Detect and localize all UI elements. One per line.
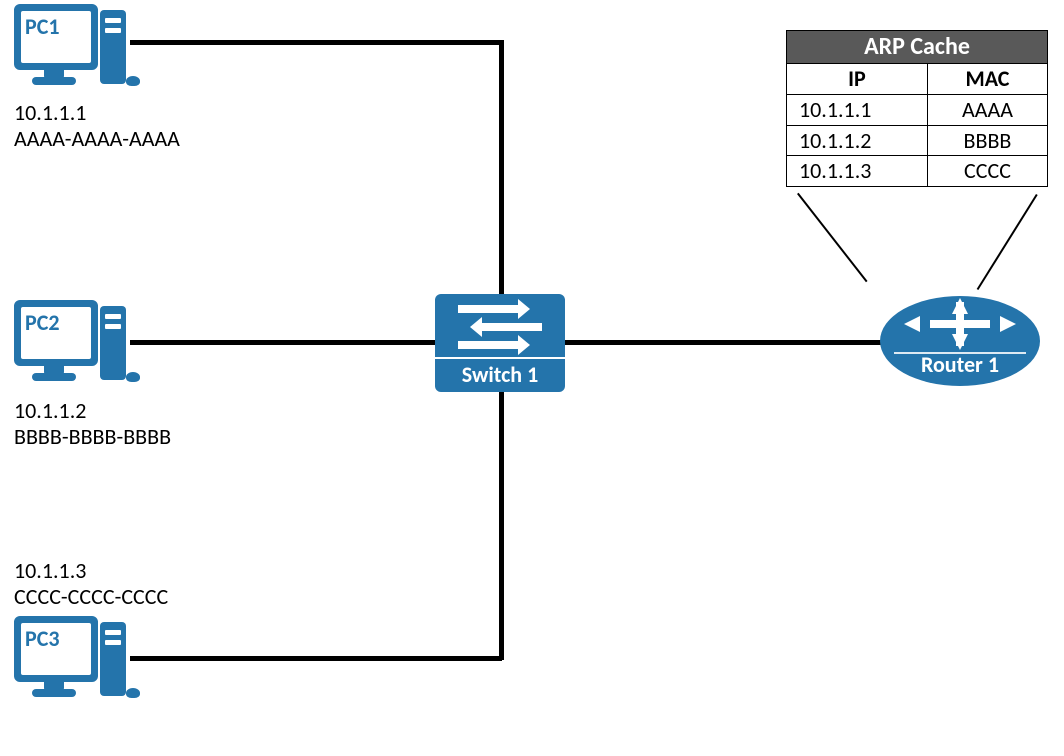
switch1-icon: Switch 1 (435, 294, 565, 392)
pc1-ip-label: 10.1.1.1 (14, 100, 86, 126)
arp-mac: AAAA (927, 95, 1047, 126)
arp-col-mac: MAC (927, 64, 1047, 95)
pc3-ip-label: 10.1.1.3 (14, 558, 86, 584)
arp-row: 10.1.1.2 BBBB (787, 125, 1048, 156)
router-arrows-icon (880, 296, 1040, 352)
switch1-label: Switch 1 (435, 357, 565, 392)
pc1-mac-label: AAAA-AAAA-AAAA (14, 126, 180, 152)
arp-ip: 10.1.1.1 (787, 95, 928, 126)
arp-cache-table: ARP Cache IP MAC 10.1.1.1 AAAA 10.1.1.2 … (786, 30, 1048, 187)
diagram-canvas: PC1 10.1.1.1 AAAA-AAAA-AAAA PC2 10.1.1.2… (0, 0, 1064, 756)
pc1-icon: PC1 (14, 4, 134, 114)
pc2-ip-label: 10.1.1.2 (14, 398, 86, 424)
router1-label: Router 1 (880, 351, 1040, 378)
wire-pc3 (130, 656, 502, 661)
arp-mac: BBBB (927, 125, 1047, 156)
pc3-name: PC3 (21, 623, 91, 675)
pc2-mac-label: BBBB-BBBB-BBBB (14, 424, 171, 450)
router1-icon: Router 1 (880, 296, 1040, 406)
arp-mac: CCCC (927, 156, 1047, 187)
pc3-mac-label: CCCC-CCCC-CCCC (14, 584, 168, 610)
pc2-name: PC2 (21, 307, 91, 359)
arp-row: 10.1.1.1 AAAA (787, 95, 1048, 126)
switch-arrows-icon (435, 294, 565, 357)
arp-ip: 10.1.1.3 (787, 156, 928, 187)
arp-title: ARP Cache (787, 31, 1048, 64)
pc3-icon: PC3 (14, 616, 134, 726)
callout-line-left (797, 193, 868, 282)
arp-col-ip: IP (787, 64, 928, 95)
pc1-name: PC1 (21, 11, 91, 63)
pc2-icon: PC2 (14, 300, 134, 410)
callout-line-right (977, 194, 1038, 290)
arp-row: 10.1.1.3 CCCC (787, 156, 1048, 187)
arp-ip: 10.1.1.2 (787, 125, 928, 156)
wire-pc1 (130, 40, 502, 45)
